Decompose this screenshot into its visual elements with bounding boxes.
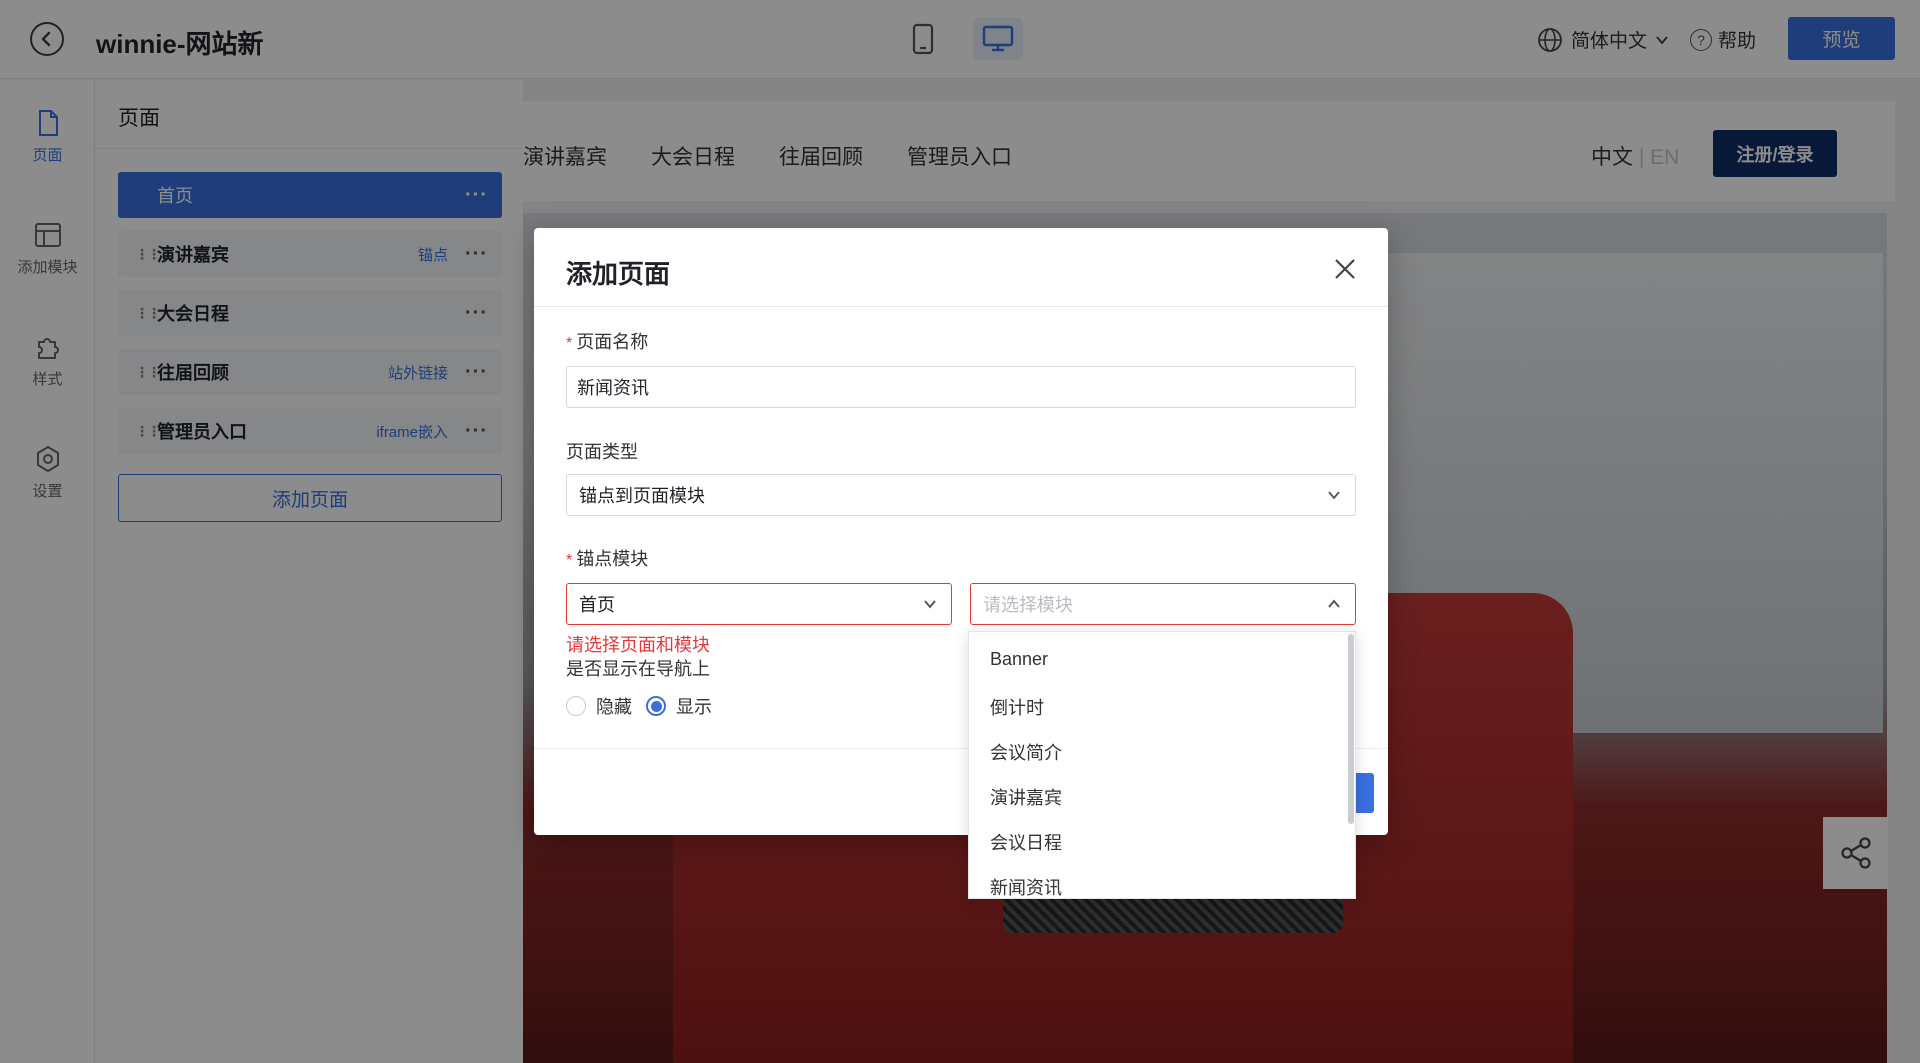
anchor-module-placeholder: 请选择模块: [983, 595, 1073, 615]
radio-hide[interactable]: [566, 696, 586, 716]
error-message: 请选择页面和模块: [566, 635, 710, 655]
dialog-title: 添加页面: [566, 259, 671, 289]
nav-visibility-radio-group: 隐藏 显示: [566, 693, 712, 719]
page-name-label: * 页面名称: [566, 332, 649, 352]
page-type-label: 页面类型: [566, 442, 638, 462]
divider: [534, 306, 1388, 307]
radio-show[interactable]: [646, 696, 666, 716]
required-mark: *: [566, 552, 573, 569]
dropdown-option[interactable]: 会议日程: [990, 829, 1062, 855]
anchor-page-value: 首页: [579, 595, 615, 615]
dropdown-option[interactable]: 倒计时: [990, 694, 1044, 720]
dropdown-scrollbar[interactable]: [1348, 634, 1354, 824]
page-name-input[interactable]: [566, 366, 1356, 408]
dropdown-option[interactable]: Banner: [990, 649, 1048, 670]
show-in-nav-label: 是否显示在导航上: [566, 659, 710, 679]
radio-show-label[interactable]: 显示: [676, 693, 712, 719]
chevron-down-icon: [1328, 491, 1340, 500]
required-mark: *: [566, 335, 573, 352]
dropdown-option[interactable]: 演讲嘉宾: [990, 784, 1062, 810]
dropdown-option[interactable]: 会议简介: [990, 739, 1062, 765]
page-type-select[interactable]: 锚点到页面模块: [566, 474, 1356, 516]
anchor-page-select[interactable]: 首页: [566, 583, 952, 625]
chevron-up-icon: [1328, 599, 1340, 608]
module-dropdown: Banner 倒计时 会议简介 演讲嘉宾 会议日程 新闻资讯: [968, 631, 1356, 899]
page-type-value: 锚点到页面模块: [579, 486, 705, 506]
chevron-down-icon: [924, 600, 936, 609]
anchor-module-select[interactable]: 请选择模块: [970, 583, 1356, 625]
radio-hide-label[interactable]: 隐藏: [596, 693, 632, 719]
confirm-button[interactable]: [1354, 773, 1374, 813]
close-icon[interactable]: [1332, 256, 1358, 282]
dropdown-option[interactable]: 新闻资讯: [990, 874, 1062, 898]
anchor-module-label: * 锚点模块: [566, 549, 649, 569]
